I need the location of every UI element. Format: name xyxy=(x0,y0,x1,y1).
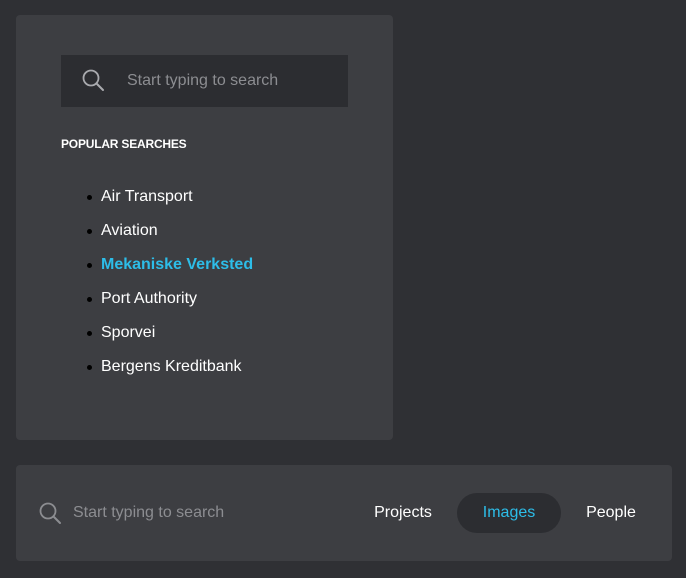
tab-people[interactable]: People xyxy=(565,493,657,533)
search-icon xyxy=(82,69,104,91)
popular-search-item-air-transport: Air Transport xyxy=(61,185,253,219)
tab-images[interactable]: Images xyxy=(457,493,561,533)
tab-projects[interactable]: Projects xyxy=(353,493,453,533)
list-bullet xyxy=(87,195,92,200)
popular-search-item-port-authority: Port Authority xyxy=(61,287,253,321)
popular-searches-heading: POPULAR SEARCHES xyxy=(61,137,187,151)
popular-search-item-aviation: Aviation xyxy=(61,219,253,253)
popular-search-link-aviation[interactable]: Aviation xyxy=(101,222,158,239)
search-bar-input[interactable] xyxy=(73,495,313,531)
list-bullet xyxy=(87,263,92,268)
list-bullet xyxy=(87,229,92,234)
popular-search-link-port-authority[interactable]: Port Authority xyxy=(101,290,197,307)
popular-search-item-bergens-kreditbank: Bergens Kreditbank xyxy=(61,355,253,389)
list-bullet xyxy=(87,297,92,302)
popular-search-link-sporvei[interactable]: Sporvei xyxy=(101,324,155,341)
search-dropdown-panel: POPULAR SEARCHES Air Transport Aviation … xyxy=(16,15,393,440)
list-bullet xyxy=(87,365,92,370)
popular-search-link-mekaniske-verksted[interactable]: Mekaniske Verksted xyxy=(101,256,253,273)
popular-searches-list: Air Transport Aviation Mekaniske Verkste… xyxy=(61,185,253,389)
popular-search-link-bergens-kreditbank[interactable]: Bergens Kreditbank xyxy=(101,358,242,375)
popular-search-link-air-transport[interactable]: Air Transport xyxy=(101,188,193,205)
dropdown-search-input[interactable] xyxy=(127,55,337,107)
dropdown-search-field[interactable] xyxy=(61,55,348,107)
popular-search-item-mekaniske-verksted: Mekaniske Verksted xyxy=(61,253,253,287)
search-bar: Projects Images People xyxy=(16,465,672,561)
list-bullet xyxy=(87,331,92,336)
search-icon xyxy=(39,502,61,524)
popular-search-item-sporvei: Sporvei xyxy=(61,321,253,355)
